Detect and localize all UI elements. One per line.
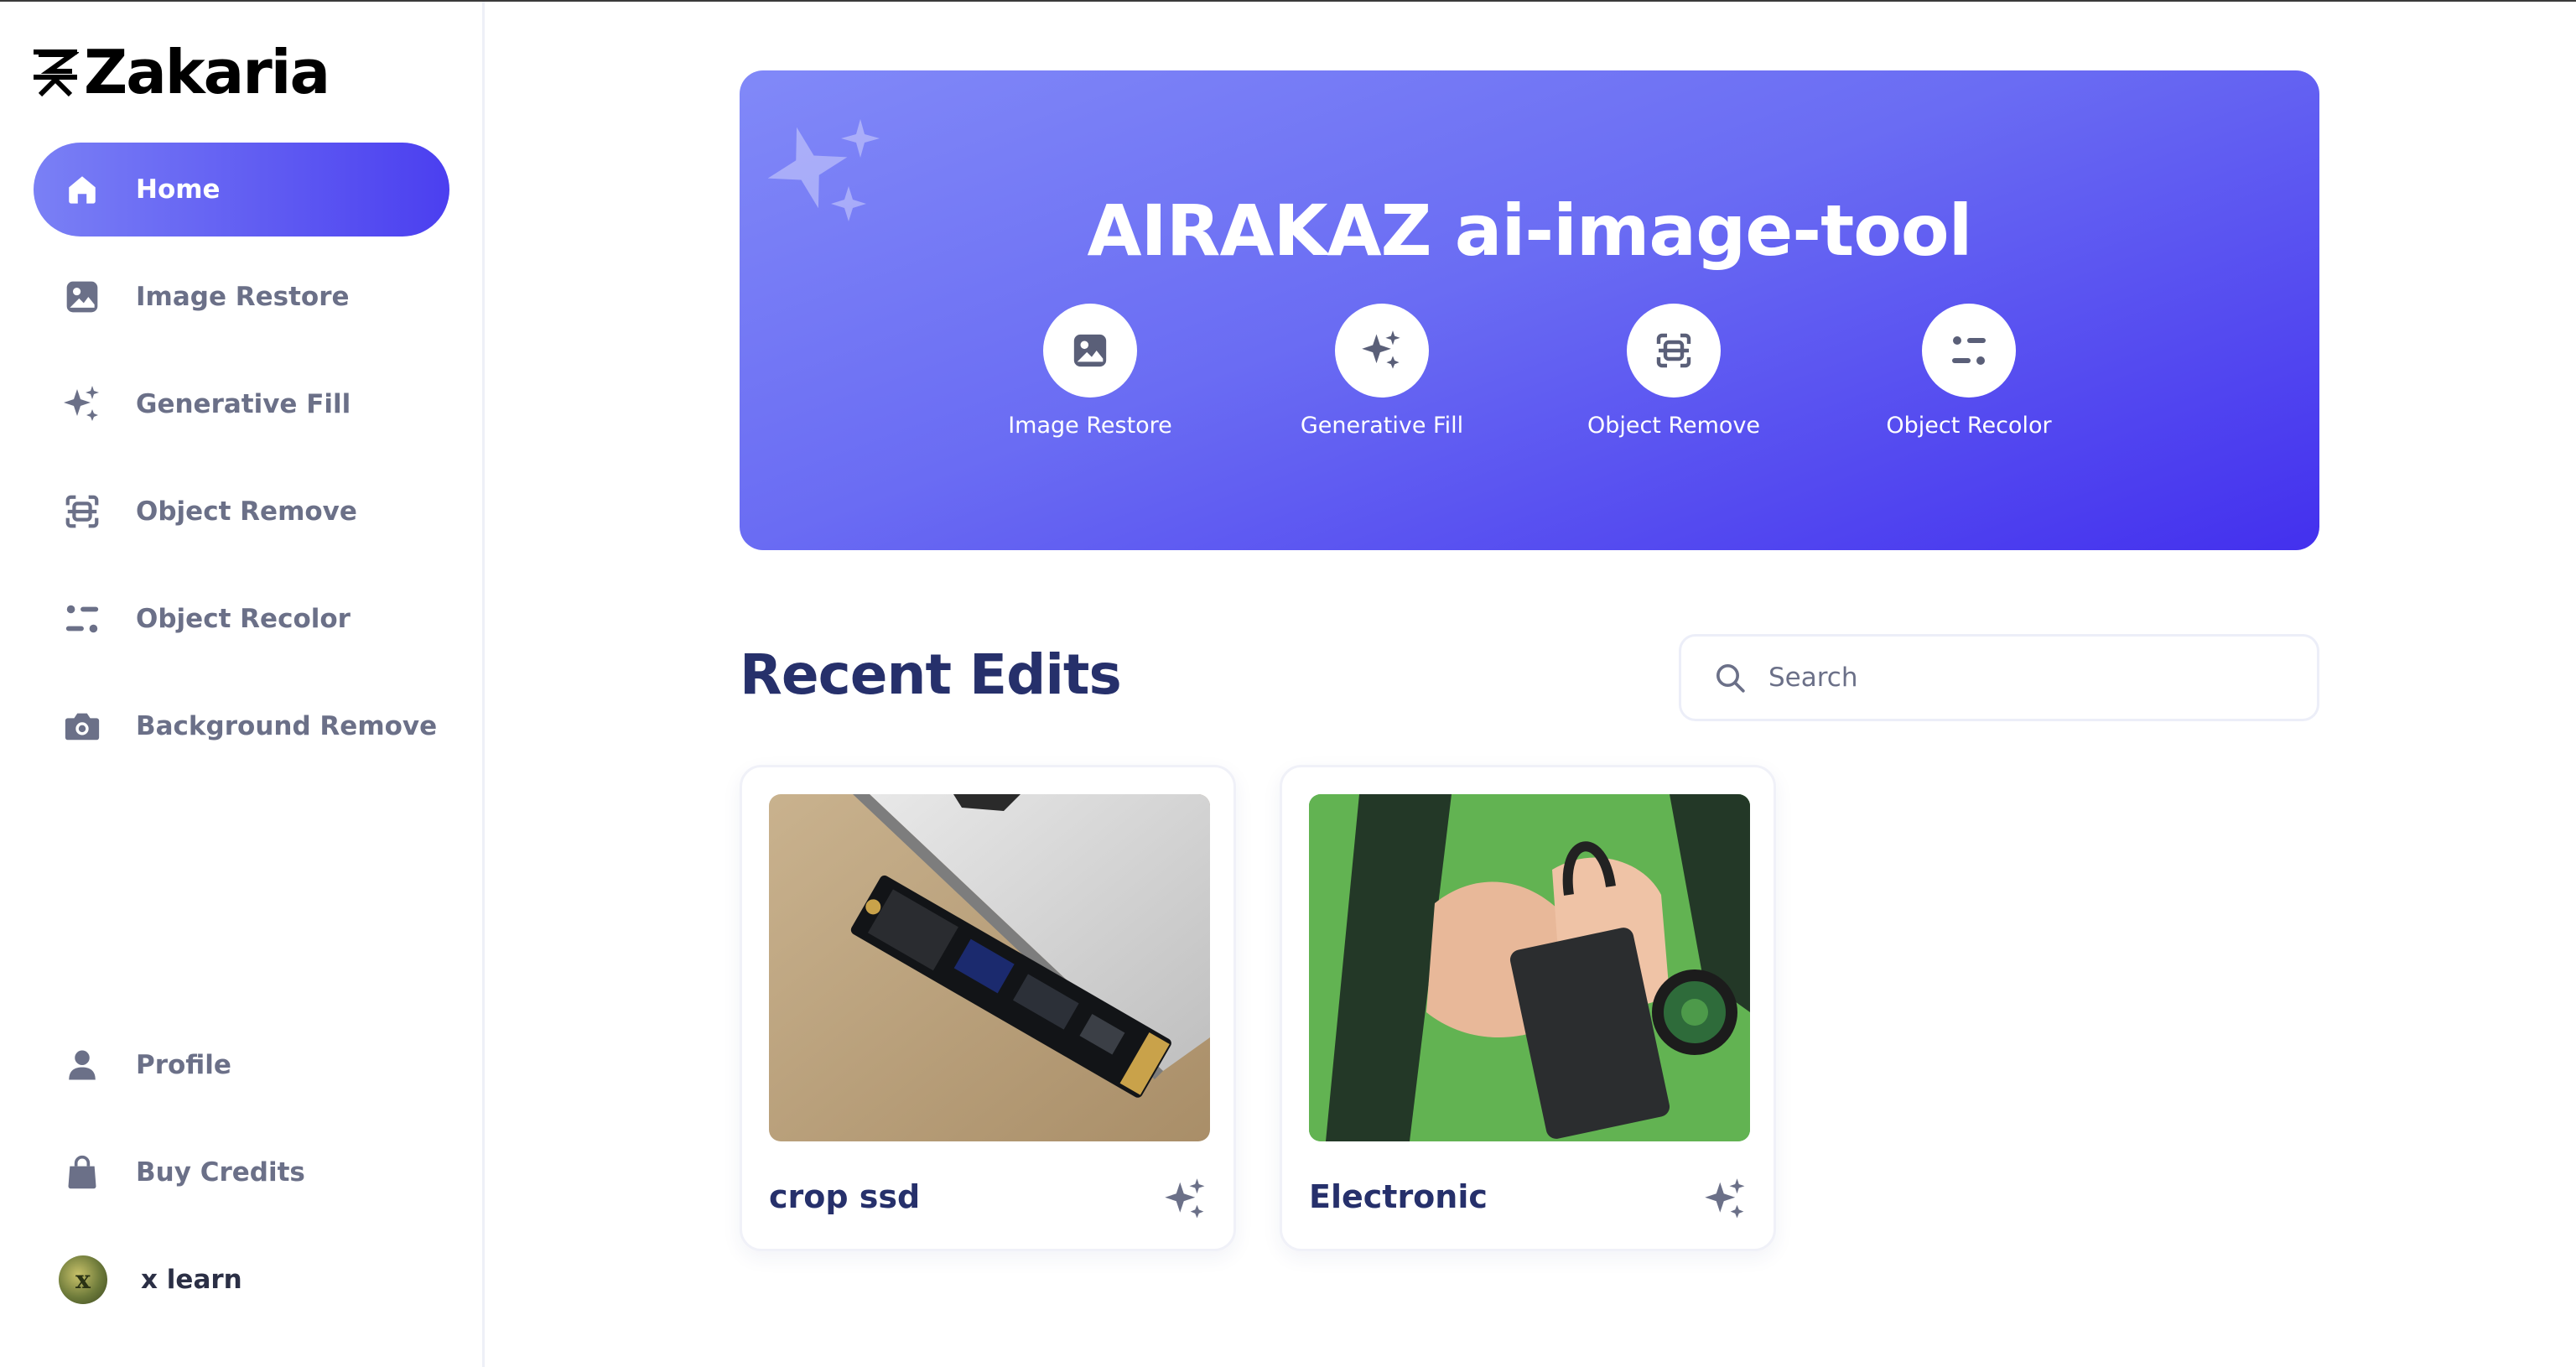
- sidebar-nav: Home Image Restore Generative Fill Objec…: [34, 143, 449, 787]
- sparkles-icon[interactable]: [1703, 1177, 1748, 1222]
- card-title: Electronic: [1309, 1178, 1488, 1215]
- search-icon: [1716, 664, 1745, 693]
- sidebar-item-home[interactable]: Home: [34, 143, 449, 236]
- user-icon: [60, 1043, 104, 1087]
- tool-circle: [1043, 304, 1137, 398]
- sidebar-bottom: Profile Buy Credits x x learn: [34, 1018, 449, 1327]
- search-input[interactable]: [1768, 663, 2288, 693]
- sidebar-item-label: Object Recolor: [136, 604, 351, 634]
- tool-label: Object Remove: [1587, 413, 1761, 439]
- edit-card[interactable]: Electronic: [1280, 765, 1776, 1251]
- scan-icon: [1656, 333, 1691, 368]
- tool-object-recolor[interactable]: Object Recolor: [1860, 304, 2078, 439]
- edit-thumbnail-electronic: [1309, 794, 1750, 1141]
- tool-image-restore[interactable]: Image Restore: [981, 304, 1199, 439]
- sidebar-item-label: Generative Fill: [136, 389, 351, 419]
- recent-edits-title: Recent Edits: [740, 642, 1122, 707]
- tool-circle: [1922, 304, 2016, 398]
- sidebar-item-label: Profile: [136, 1050, 231, 1080]
- tool-generative-fill[interactable]: Generative Fill: [1273, 304, 1491, 439]
- edit-card[interactable]: crop ssd: [740, 765, 1236, 1251]
- sparkles-icon[interactable]: [1163, 1177, 1208, 1222]
- sparkles-icon: [1362, 330, 1400, 369]
- sidebar-item-profile[interactable]: Profile: [34, 1018, 449, 1112]
- image-icon: [1073, 334, 1107, 367]
- card-title: crop ssd: [769, 1178, 921, 1215]
- sparkles-icon: [60, 382, 104, 426]
- tool-label: Image Restore: [1008, 413, 1172, 439]
- sidebar-item-buy-credits[interactable]: Buy Credits: [34, 1125, 449, 1219]
- user-name: x learn: [141, 1265, 242, 1295]
- shopping-bag-icon: [60, 1151, 104, 1194]
- brand-name: Zakaria: [84, 37, 330, 107]
- sidebar-item-label: Image Restore: [136, 282, 350, 312]
- sidebar-item-generative-fill[interactable]: Generative Fill: [34, 357, 449, 451]
- sidebar-item-label: Background Remove: [136, 711, 438, 741]
- tool-circle: [1335, 304, 1429, 398]
- scan-icon: [60, 490, 104, 533]
- sidebar-item-object-remove[interactable]: Object Remove: [34, 465, 449, 559]
- hero-tools: Image Restore Generative Fill Object Rem…: [740, 304, 2319, 455]
- hero-banner: AIRAKAZ ai-image-tool Image Restore Gene…: [740, 70, 2319, 550]
- tool-circle: [1627, 304, 1721, 398]
- logo[interactable]: Zakaria: [32, 37, 330, 107]
- edit-thumbnail-ssd: [769, 794, 1210, 1141]
- filter-icon: [1952, 336, 1986, 365]
- avatar: x: [59, 1255, 107, 1304]
- tool-label: Generative Fill: [1300, 413, 1464, 439]
- sidebar-item-label: Home: [136, 174, 221, 205]
- home-icon: [60, 168, 104, 211]
- camera-icon: [60, 704, 104, 748]
- sidebar-item-label: Object Remove: [136, 496, 357, 527]
- tool-label: Object Recolor: [1886, 413, 2052, 439]
- search-box[interactable]: [1679, 634, 2319, 721]
- hero-title: AIRAKAZ ai-image-tool: [1087, 190, 1973, 272]
- sidebar-item-image-restore[interactable]: Image Restore: [34, 250, 449, 344]
- sidebar-item-object-recolor[interactable]: Object Recolor: [34, 572, 449, 666]
- sidebar-item-background-remove[interactable]: Background Remove: [34, 679, 449, 773]
- image-icon: [60, 275, 104, 319]
- tool-object-remove[interactable]: Object Remove: [1565, 304, 1783, 439]
- sidebar: Zakaria Home Image Restore Generative Fi…: [0, 2, 485, 1367]
- filter-icon: [60, 597, 104, 641]
- sidebar-item-label: Buy Credits: [136, 1157, 305, 1188]
- logo-mark-icon: [34, 49, 79, 97]
- user-profile-row[interactable]: x x learn: [34, 1233, 449, 1327]
